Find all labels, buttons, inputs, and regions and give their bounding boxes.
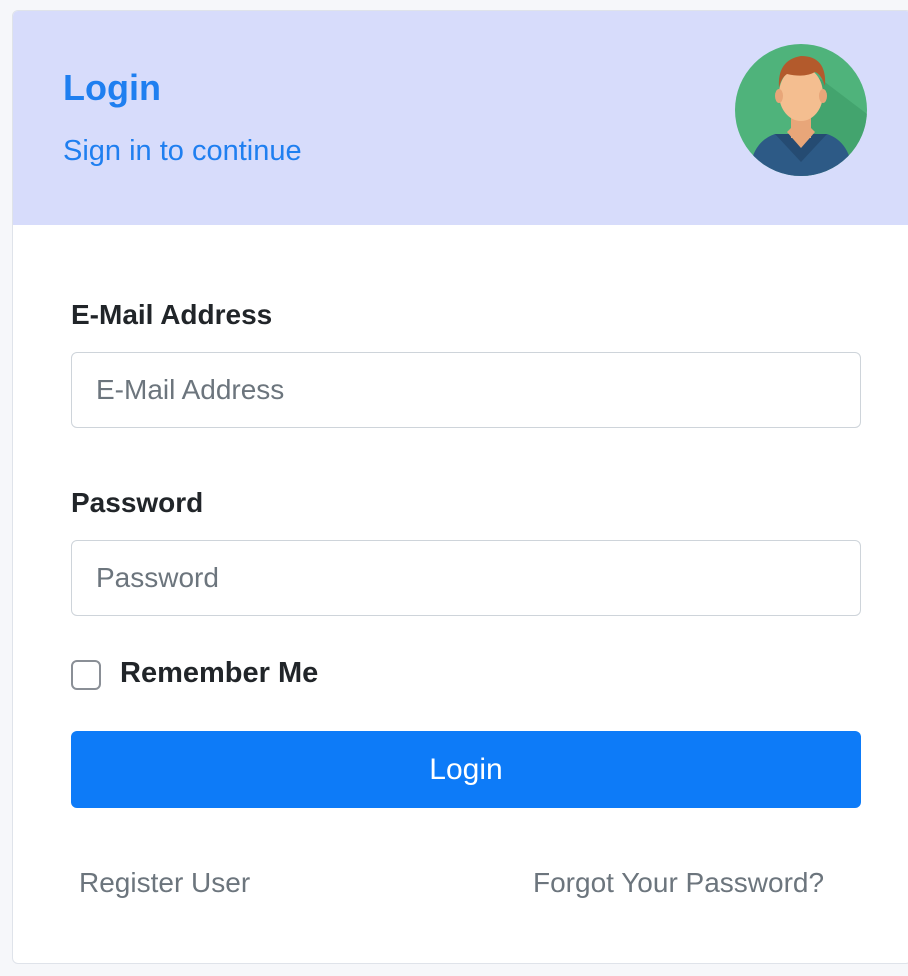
page-subtitle: Sign in to continue [63, 135, 302, 167]
email-input[interactable] [71, 352, 861, 428]
card-header: Login Sign in to continue [13, 11, 908, 225]
remember-me-label[interactable]: Remember Me [120, 657, 318, 690]
login-card: Login Sign in to continue E-Mail Address… [12, 10, 908, 964]
remember-me-checkbox[interactable] [71, 660, 101, 690]
password-input[interactable] [71, 540, 861, 616]
login-button-label: Login [429, 752, 503, 786]
email-label: E-Mail Address [71, 299, 273, 330]
forgot-password-link[interactable]: Forgot Your Password? [533, 867, 824, 899]
page-title: Login [63, 67, 161, 108]
user-avatar-icon [735, 44, 867, 176]
register-user-link[interactable]: Register User [79, 867, 250, 899]
login-button[interactable]: Login [71, 731, 861, 808]
password-label: Password [71, 487, 204, 518]
